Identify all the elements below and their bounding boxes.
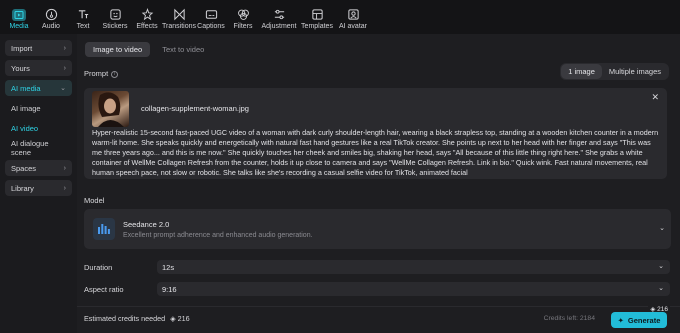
estimated-credits-value: 216 — [177, 314, 190, 323]
model-heading: Model — [84, 196, 105, 205]
aspect-ratio-select[interactable]: 9:16 ⌄ — [157, 282, 670, 296]
generate-label: Generate — [627, 315, 661, 325]
model-selector[interactable]: Seedance 2.0 Excellent prompt adherence … — [84, 209, 671, 249]
ai-avatar-icon — [347, 9, 359, 20]
image-count-toggle: 1 image Multiple images — [560, 63, 669, 80]
tool-label: Adjustment — [261, 23, 297, 30]
media-icon — [12, 9, 26, 21]
tool-adjustment[interactable]: Adjustment — [259, 0, 299, 34]
templates-icon — [311, 9, 323, 20]
sidebar-item-label: Yours — [11, 63, 30, 73]
prompt-label: Prompt — [84, 69, 109, 78]
tool-label: Captions — [197, 23, 225, 30]
audio-icon — [45, 8, 57, 21]
chevron-right-icon: › — [63, 164, 66, 172]
generate-button[interactable]: ✦ Generate — [611, 312, 667, 328]
sidebar-item-label: AI media — [11, 83, 41, 93]
close-icon[interactable]: ✕ — [651, 92, 659, 103]
sidebar-item-yours[interactable]: Yours › — [5, 60, 72, 76]
estimated-credits-label: Estimated credits needed — [84, 314, 166, 323]
tool-label: Filters — [233, 23, 253, 30]
aspect-ratio-value: 9:16 — [162, 284, 177, 294]
media-sidebar: Import › Yours › AI media ⌄ AI image AI … — [0, 34, 77, 333]
sidebar-item-library[interactable]: Library › — [5, 180, 72, 196]
prompt-heading: Prompt i — [84, 69, 119, 78]
sidebar-item-label: Import — [11, 43, 33, 53]
sidebar-item-ai-image[interactable]: AI image — [5, 100, 72, 116]
tool-label: AI avatar — [338, 23, 367, 30]
transitions-icon — [173, 8, 185, 21]
captions-icon — [205, 10, 217, 19]
tool-stickers[interactable]: Stickers — [99, 0, 131, 34]
tool-templates[interactable]: Templates — [299, 0, 335, 34]
tool-media[interactable]: Media — [3, 0, 35, 34]
model-name: Seedance 2.0 — [123, 220, 170, 229]
adjustment-icon — [274, 9, 284, 20]
tab-text-to-video[interactable]: Text to video — [154, 42, 212, 57]
sidebar-item-label: Library — [11, 183, 34, 193]
uploaded-image-thumbnail[interactable] — [92, 91, 129, 127]
duration-select[interactable]: 12s ⌄ — [157, 260, 670, 274]
tab-image-to-video[interactable]: Image to video — [85, 42, 151, 57]
generate-footer: Estimated credits needed ◈ 216 Credits l… — [77, 305, 680, 333]
sidebar-item-ai-media[interactable]: AI media ⌄ — [5, 80, 72, 96]
tool-effects[interactable]: Effects — [131, 0, 163, 34]
model-description: Excellent prompt adherence and enhanced … — [123, 232, 313, 239]
tool-text[interactable]: Text — [67, 0, 99, 34]
sparkle-icon: ✦ — [617, 315, 624, 325]
tool-filters[interactable]: Filters — [227, 0, 259, 34]
chevron-right-icon: › — [63, 64, 66, 72]
tool-transitions[interactable]: Transitions — [162, 0, 196, 34]
seedance-logo-icon — [93, 218, 115, 240]
sidebar-item-label: Spaces — [11, 163, 37, 173]
aspect-ratio-label: Aspect ratio — [84, 285, 124, 294]
sidebar-item-ai-dialogue-scene[interactable]: AI dialogue scene — [5, 139, 72, 157]
prompt-textarea[interactable]: Hyper-realistic 15-second fast-paced UGC… — [92, 128, 662, 178]
info-icon[interactable]: i — [111, 70, 119, 78]
chevron-down-icon: ⌄ — [658, 285, 664, 292]
tool-label: Audio — [42, 23, 60, 30]
filters-icon — [237, 9, 249, 20]
credits-left: Credits left: 2184 — [543, 315, 595, 322]
chevron-down-icon: ⌄ — [659, 225, 665, 232]
tool-label: Stickers — [102, 23, 128, 30]
tool-label: Effects — [136, 23, 158, 30]
credits-icon: ◈ — [170, 314, 176, 323]
effects-icon — [141, 8, 153, 21]
tool-label: Media — [9, 23, 29, 30]
sidebar-item-import[interactable]: Import › — [5, 40, 72, 56]
tool-label: Transitions — [162, 23, 196, 30]
mode-1-image[interactable]: 1 image — [561, 64, 602, 79]
tool-ai-avatar[interactable]: AI avatar — [335, 0, 371, 34]
top-toolbar: Media Audio Text Stickers Effects Transi… — [0, 0, 680, 34]
tool-audio[interactable]: Audio — [35, 0, 67, 34]
chevron-right-icon: › — [63, 44, 66, 52]
text-icon — [78, 10, 88, 19]
image-filename: collagen-supplement-woman.jpg — [141, 104, 249, 113]
sidebar-item-ai-video[interactable]: AI video — [5, 120, 72, 136]
stickers-icon — [109, 9, 121, 20]
chevron-down-icon: ⌄ — [60, 85, 66, 92]
chevron-right-icon: › — [63, 184, 66, 192]
duration-label: Duration — [84, 263, 113, 272]
duration-value: 12s — [162, 262, 175, 272]
estimated-credits: Estimated credits needed ◈ 216 — [84, 314, 190, 323]
tool-label: Text — [76, 23, 90, 30]
tool-label: Templates — [301, 23, 333, 30]
generation-type-tabs: Image to video Text to video — [85, 42, 212, 57]
tool-captions[interactable]: Captions — [195, 0, 227, 34]
sidebar-item-spaces[interactable]: Spaces › — [5, 160, 72, 176]
prompt-box[interactable]: collagen-supplement-woman.jpg ✕ Hyper-re… — [84, 88, 667, 179]
chevron-down-icon: ⌄ — [658, 263, 664, 270]
mode-multiple-images[interactable]: Multiple images — [602, 64, 668, 79]
